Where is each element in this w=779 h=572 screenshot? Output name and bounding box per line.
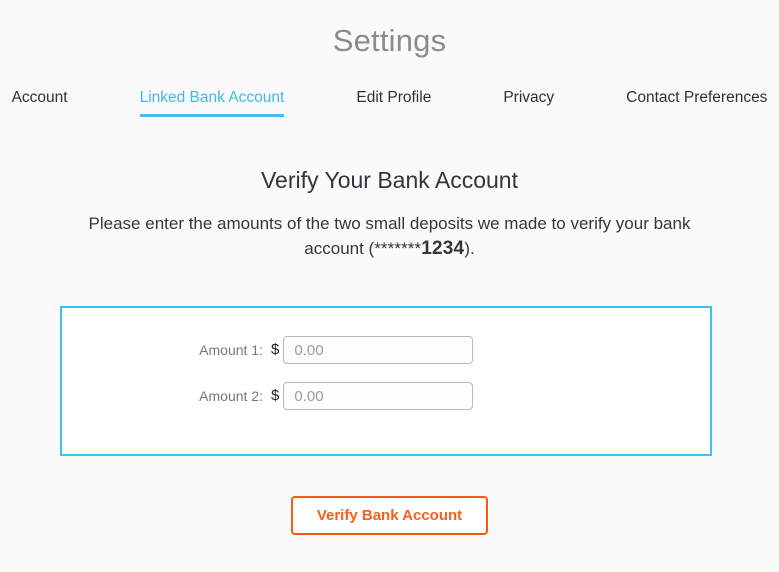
tab-label: Contact Preferences	[626, 89, 768, 106]
amount-2-input[interactable]	[283, 382, 474, 410]
tab-label: Linked Bank Account	[139, 89, 285, 106]
currency-symbol: $	[271, 387, 280, 404]
section-heading: Verify Your Bank Account	[260, 167, 518, 193]
deposit-amounts-panel: Amount 1: $ Amount 2: $	[60, 306, 712, 456]
currency-symbol: $	[271, 341, 280, 358]
settings-tabs: Account Linked Bank Account Edit Profile…	[0, 88, 779, 117]
amount-1-input[interactable]	[283, 336, 474, 364]
account-last-four: 1234	[421, 238, 465, 259]
tab-linked-bank-account[interactable]: Linked Bank Account	[139, 88, 285, 117]
tab-account[interactable]: Account	[12, 88, 68, 117]
verify-bank-account-button[interactable]: Verify Bank Account	[290, 496, 489, 535]
tab-label: Account	[11, 89, 68, 106]
description-suffix: ).	[464, 239, 475, 258]
tab-label: Edit Profile	[356, 89, 432, 106]
page-title: Settings	[332, 23, 447, 58]
amount-1-row: Amount 1: $	[62, 336, 710, 364]
submit-area: Verify Bank Account	[0, 496, 779, 535]
tab-edit-profile[interactable]: Edit Profile	[356, 88, 431, 117]
verification-description: Please enter the amounts of the two smal…	[70, 211, 710, 261]
tab-contact-preferences[interactable]: Contact Preferences	[626, 88, 767, 117]
settings-page: Settings Account Linked Bank Account Edi…	[0, 0, 779, 572]
amount-2-row: Amount 2: $	[62, 382, 710, 410]
tab-privacy[interactable]: Privacy	[503, 88, 554, 117]
tab-label: Privacy	[503, 89, 555, 106]
amount-2-label: Amount 2:	[199, 388, 263, 404]
account-mask: *******	[374, 239, 422, 258]
amount-1-label: Amount 1:	[199, 342, 263, 358]
